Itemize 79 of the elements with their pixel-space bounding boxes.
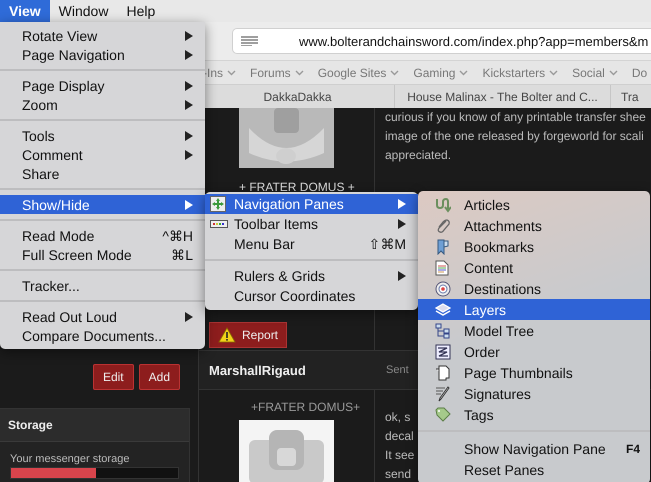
post-text-line: image of the one released by forgeworld for scali [385,128,645,145]
post-text-line: curious if you know of any printable transfer shee [385,109,646,126]
menu-item[interactable]: Page Navigation [0,45,205,64]
menu-item[interactable]: Full Screen Mode ⌘L [0,245,205,264]
menu-bar-item[interactable]: Help [117,0,164,22]
menu-item[interactable]: Order [418,341,650,362]
menu-item[interactable]: Layers [418,299,650,320]
chevron-down-icon[interactable] [608,70,618,76]
post-text-line: decal [385,428,414,445]
post-text-line: send [385,466,412,482]
menu-item[interactable]: Articles [418,194,650,215]
menu-item[interactable]: Rotate View [0,26,205,45]
toolbar-icon [210,220,228,228]
bookmark-folder[interactable]: -Ins [203,66,224,80]
move-arrows-icon [210,196,226,212]
post-meta: Sent [386,364,409,376]
bookmark-folder[interactable]: Kickstarters [482,66,546,80]
menu-item[interactable]: Read Out Loud [0,307,205,326]
pen-icon [435,386,451,402]
menu-item[interactable]: Model Tree [418,320,650,341]
menu-item[interactable]: Navigation Panes [205,194,418,214]
menu-item[interactable]: Toolbar Items [205,214,418,234]
menu-item[interactable]: Bookmarks [418,236,650,257]
chevron-down-icon[interactable] [549,70,558,76]
forum-button[interactable]: Edit [92,364,134,390]
chevron-down-icon[interactable] [294,70,304,76]
menu-item[interactable]: Content [418,257,650,278]
post-text-line: appreciated. [385,147,452,164]
target-icon [435,280,451,296]
menu-item[interactable]: Tags [418,404,650,425]
menu-item[interactable]: Reset Panes [418,459,650,480]
squiggle-arrow-icon [435,196,451,212]
bookmark-folder[interactable]: Social [572,66,605,80]
pages-icon [435,364,451,380]
menu-item[interactable]: Comment [0,145,205,164]
layers-icon [435,302,451,316]
menu-item[interactable]: Tracker... [0,276,205,295]
panel-title: Storage [0,409,189,442]
warning-icon [218,327,236,343]
menu-item[interactable]: Cursor Coordinates [205,286,418,306]
zigzag-icon [435,344,451,360]
menu-item[interactable]: Menu Bar ⇧⌘M [205,234,418,254]
menu-item[interactable]: Show Navigation Pane F4 [418,438,650,459]
document-icon [435,260,449,276]
tree-icon [435,322,451,338]
chevron-down-icon[interactable] [227,70,236,76]
menu-item[interactable]: Destinations [418,278,650,299]
tag-icon [435,406,451,422]
storage-label: Your messenger storage [9,452,130,467]
menu-item[interactable]: Show/Hide [0,195,205,214]
menu-item[interactable]: Compare Documents... [0,326,205,345]
author-name[interactable]: MarshallRigaud [199,362,386,378]
chevron-down-icon[interactable] [459,70,468,76]
author-title: + FRATER DOMUS + [239,180,355,194]
menu-bar-item[interactable]: View [0,0,50,22]
chevron-down-icon[interactable] [390,70,400,76]
menu-item[interactable]: Signatures [418,383,650,404]
browser-tab[interactable]: Tra [610,85,651,108]
bookmark-folder[interactable]: Forums [250,66,291,80]
menu-item[interactable]: Attachments [418,215,650,236]
menu-item[interactable]: Read Mode ^⌘H [0,226,205,245]
menu-item[interactable]: Tools [0,126,205,145]
author-title: +FRATER DOMUS+ [250,400,360,414]
reader-icon[interactable] [241,36,259,46]
address-field[interactable]: www.bolterandchainsword.com/index.php?app=members&m [232,28,651,54]
bookmark-icon [435,238,451,254]
menu-item[interactable]: Rulers & Grids [205,266,418,286]
bookmark-folder[interactable]: Gaming [413,66,456,80]
report-button[interactable]: Report [209,322,288,348]
paperclip-icon [435,218,451,234]
bookmark-folder[interactable]: Do [632,66,648,80]
menu-item[interactable]: Page Thumbnails [418,362,650,383]
menu-item[interactable]: Share [0,164,205,183]
browser-tab[interactable]: House Malinax - The Bolter and C... [394,85,610,108]
menu-bar-item[interactable]: Window [50,0,118,22]
post-text-line: It see [385,447,414,464]
bookmark-folder[interactable]: Google Sites [318,66,386,80]
post-text-line: ok, s [385,409,412,426]
forum-button[interactable]: Add [138,364,180,390]
